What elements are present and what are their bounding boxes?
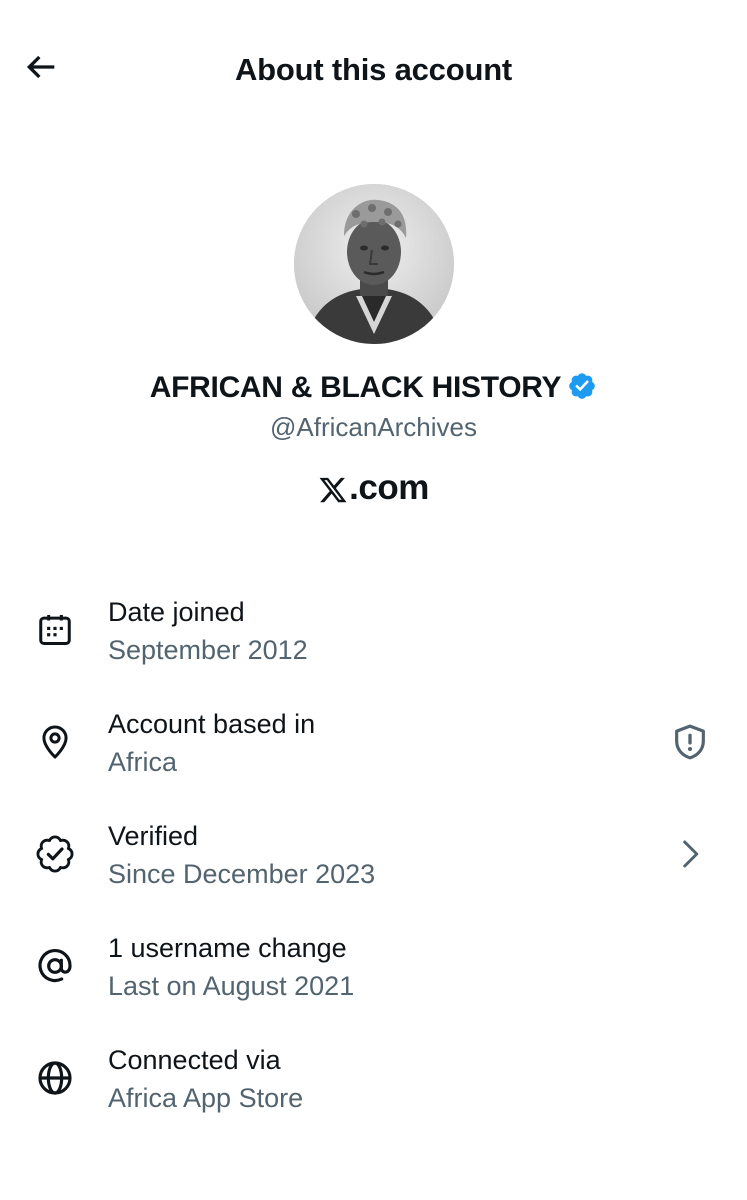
globe-icon <box>32 1055 78 1101</box>
detail-label: Connected via <box>108 1045 281 1075</box>
detail-label: Verified <box>108 821 199 851</box>
page-title: About this account <box>234 52 513 87</box>
location-pin-icon <box>32 719 78 765</box>
detail-label: 1 username change <box>108 933 347 963</box>
detail-label: Account based in <box>108 709 316 739</box>
detail-verified[interactable]: Verified Since December 2023 <box>0 809 747 921</box>
chevron-right-icon[interactable] <box>667 831 713 877</box>
shield-alert-icon[interactable] <box>667 719 713 765</box>
detail-value: September 2012 <box>108 635 308 665</box>
detail-value: Since December 2023 <box>108 859 376 889</box>
detail-account-based-in[interactable]: Account based in Africa <box>0 697 747 809</box>
top-bar: About this account <box>0 0 747 140</box>
display-name-row: AFRICAN & BLACK HISTORY <box>0 366 747 410</box>
detail-label: Date joined <box>108 597 245 627</box>
x-logo-icon <box>318 471 348 505</box>
site-link[interactable]: .com <box>0 466 747 510</box>
account-details-list: Date joined September 2012 Account based… <box>0 585 747 1145</box>
detail-value: Africa App Store <box>108 1083 304 1113</box>
display-name: AFRICAN & BLACK HISTORY <box>149 371 562 404</box>
detail-value: Last on August 2021 <box>108 971 355 1001</box>
detail-value: Africa <box>108 747 178 777</box>
profile-handle: @AfricanArchives <box>269 412 477 442</box>
at-sign-icon <box>32 943 78 989</box>
site-label: .com <box>349 468 429 507</box>
calendar-icon <box>32 607 78 653</box>
verified-badge-icon <box>567 371 597 406</box>
detail-connected-via: Connected via Africa App Store <box>0 1033 747 1145</box>
profile-avatar[interactable] <box>294 184 454 344</box>
verified-outline-icon <box>32 831 78 877</box>
detail-date-joined: Date joined September 2012 <box>0 585 747 697</box>
detail-username-change: 1 username change Last on August 2021 <box>0 921 747 1033</box>
